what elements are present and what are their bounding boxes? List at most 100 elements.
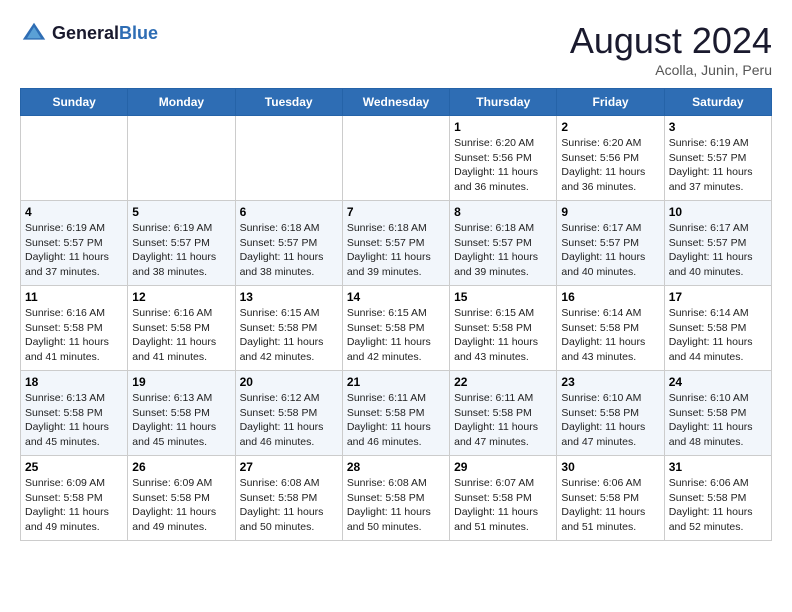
- day-number: 3: [669, 120, 767, 134]
- day-info: Sunrise: 6:09 AM Sunset: 5:58 PM Dayligh…: [132, 476, 230, 535]
- day-number: 5: [132, 205, 230, 219]
- day-number: 31: [669, 460, 767, 474]
- calendar-cell: 5 Sunrise: 6:19 AM Sunset: 5:57 PM Daylig…: [128, 201, 235, 286]
- calendar-cell: 27 Sunrise: 6:08 AM Sunset: 5:58 PM Dayli…: [235, 456, 342, 541]
- day-info: Sunrise: 6:18 AM Sunset: 5:57 PM Dayligh…: [240, 221, 338, 280]
- calendar-cell: 3 Sunrise: 6:19 AM Sunset: 5:57 PM Daylig…: [664, 116, 771, 201]
- logo-icon: [20, 20, 48, 48]
- calendar-cell: [342, 116, 449, 201]
- calendar-week-row: 1 Sunrise: 6:20 AM Sunset: 5:56 PM Daylig…: [21, 116, 772, 201]
- day-info: Sunrise: 6:08 AM Sunset: 5:58 PM Dayligh…: [240, 476, 338, 535]
- day-number: 27: [240, 460, 338, 474]
- calendar-cell: 20Sunrise: 6:12 AM Sunset: 5:58 PM Dayli…: [235, 371, 342, 456]
- calendar-cell: 8 Sunrise: 6:18 AM Sunset: 5:57 PM Daylig…: [450, 201, 557, 286]
- day-number: 23: [561, 375, 659, 389]
- calendar-cell: 26 Sunrise: 6:09 AM Sunset: 5:58 PM Dayli…: [128, 456, 235, 541]
- day-number: 26: [132, 460, 230, 474]
- logo: GeneralBlue: [20, 20, 158, 48]
- day-number: 2: [561, 120, 659, 134]
- day-number: 15: [454, 290, 552, 304]
- day-info: Sunrise: 6:08 AM Sunset: 5:58 PM Dayligh…: [347, 476, 445, 535]
- location-subtitle: Acolla, Junin, Peru: [570, 62, 772, 78]
- day-number: 1: [454, 120, 552, 134]
- day-number: 30: [561, 460, 659, 474]
- day-info: Sunrise: 6:19 AM Sunset: 5:57 PM Dayligh…: [25, 221, 123, 280]
- calendar-week-row: 4 Sunrise: 6:19 AM Sunset: 5:57 PM Daylig…: [21, 201, 772, 286]
- calendar-cell: 24 Sunrise: 6:10 AM Sunset: 5:58 PM Dayli…: [664, 371, 771, 456]
- calendar-cell: [21, 116, 128, 201]
- day-number: 11: [25, 290, 123, 304]
- day-info: Sunrise: 6:13 AM Sunset: 5:58 PM Dayligh…: [132, 391, 230, 450]
- day-info: Sunrise: 6:15 AM Sunset: 5:58 PM Dayligh…: [454, 306, 552, 365]
- weekday-header: Wednesday: [342, 89, 449, 116]
- calendar-cell: 15 Sunrise: 6:15 AM Sunset: 5:58 PM Dayli…: [450, 286, 557, 371]
- day-info: Sunrise: 6:16 AM Sunset: 5:58 PM Dayligh…: [132, 306, 230, 365]
- day-number: 16: [561, 290, 659, 304]
- title-block: August 2024 Acolla, Junin, Peru: [570, 20, 772, 78]
- calendar-cell: 11 Sunrise: 6:16 AM Sunset: 5:58 PM Dayli…: [21, 286, 128, 371]
- day-number: 4: [25, 205, 123, 219]
- weekday-header: Friday: [557, 89, 664, 116]
- day-info: Sunrise: 6:17 AM Sunset: 5:57 PM Dayligh…: [561, 221, 659, 280]
- day-number: 25: [25, 460, 123, 474]
- calendar-week-row: 11 Sunrise: 6:16 AM Sunset: 5:58 PM Dayli…: [21, 286, 772, 371]
- calendar-cell: 28 Sunrise: 6:08 AM Sunset: 5:58 PM Dayli…: [342, 456, 449, 541]
- calendar-cell: 19Sunrise: 6:13 AM Sunset: 5:58 PM Dayli…: [128, 371, 235, 456]
- day-info: Sunrise: 6:11 AM Sunset: 5:58 PM Dayligh…: [347, 391, 445, 450]
- day-info: Sunrise: 6:14 AM Sunset: 5:58 PM Dayligh…: [561, 306, 659, 365]
- calendar-cell: 16 Sunrise: 6:14 AM Sunset: 5:58 PM Dayli…: [557, 286, 664, 371]
- calendar-cell: 7 Sunrise: 6:18 AM Sunset: 5:57 PM Daylig…: [342, 201, 449, 286]
- calendar-cell: 22 Sunrise: 6:11 AM Sunset: 5:58 PM Dayli…: [450, 371, 557, 456]
- day-number: 21: [347, 375, 445, 389]
- calendar-cell: 2 Sunrise: 6:20 AM Sunset: 5:56 PM Daylig…: [557, 116, 664, 201]
- day-number: 29: [454, 460, 552, 474]
- day-info: Sunrise: 6:10 AM Sunset: 5:58 PM Dayligh…: [561, 391, 659, 450]
- day-info: Sunrise: 6:09 AM Sunset: 5:58 PM Dayligh…: [25, 476, 123, 535]
- calendar-cell: 4 Sunrise: 6:19 AM Sunset: 5:57 PM Daylig…: [21, 201, 128, 286]
- day-number: 18: [25, 375, 123, 389]
- weekday-header: Monday: [128, 89, 235, 116]
- calendar-cell: 12 Sunrise: 6:16 AM Sunset: 5:58 PM Dayli…: [128, 286, 235, 371]
- day-number: 24: [669, 375, 767, 389]
- day-number: 7: [347, 205, 445, 219]
- day-number: 17: [669, 290, 767, 304]
- day-number: 12: [132, 290, 230, 304]
- calendar-cell: 14Sunrise: 6:15 AM Sunset: 5:58 PM Dayli…: [342, 286, 449, 371]
- month-title: August 2024: [570, 20, 772, 62]
- calendar-cell: 18 Sunrise: 6:13 AM Sunset: 5:58 PM Dayli…: [21, 371, 128, 456]
- day-number: 22: [454, 375, 552, 389]
- day-info: Sunrise: 6:18 AM Sunset: 5:57 PM Dayligh…: [347, 221, 445, 280]
- calendar-table: SundayMondayTuesdayWednesdayThursdayFrid…: [20, 88, 772, 541]
- day-info: Sunrise: 6:06 AM Sunset: 5:58 PM Dayligh…: [669, 476, 767, 535]
- day-info: Sunrise: 6:20 AM Sunset: 5:56 PM Dayligh…: [561, 136, 659, 195]
- day-info: Sunrise: 6:10 AM Sunset: 5:58 PM Dayligh…: [669, 391, 767, 450]
- day-info: Sunrise: 6:15 AM Sunset: 5:58 PM Dayligh…: [240, 306, 338, 365]
- calendar-cell: 21 Sunrise: 6:11 AM Sunset: 5:58 PM Dayli…: [342, 371, 449, 456]
- day-info: Sunrise: 6:11 AM Sunset: 5:58 PM Dayligh…: [454, 391, 552, 450]
- day-info: Sunrise: 6:19 AM Sunset: 5:57 PM Dayligh…: [132, 221, 230, 280]
- day-number: 28: [347, 460, 445, 474]
- weekday-header: Saturday: [664, 89, 771, 116]
- day-info: Sunrise: 6:17 AM Sunset: 5:57 PM Dayligh…: [669, 221, 767, 280]
- calendar-cell: 17 Sunrise: 6:14 AM Sunset: 5:58 PM Dayli…: [664, 286, 771, 371]
- day-number: 14: [347, 290, 445, 304]
- calendar-cell: 1 Sunrise: 6:20 AM Sunset: 5:56 PM Daylig…: [450, 116, 557, 201]
- day-info: Sunrise: 6:07 AM Sunset: 5:58 PM Dayligh…: [454, 476, 552, 535]
- day-info: Sunrise: 6:13 AM Sunset: 5:58 PM Dayligh…: [25, 391, 123, 450]
- weekday-header-row: SundayMondayTuesdayWednesdayThursdayFrid…: [21, 89, 772, 116]
- day-info: Sunrise: 6:14 AM Sunset: 5:58 PM Dayligh…: [669, 306, 767, 365]
- calendar-week-row: 25 Sunrise: 6:09 AM Sunset: 5:58 PM Dayli…: [21, 456, 772, 541]
- calendar-cell: 23 Sunrise: 6:10 AM Sunset: 5:58 PM Dayli…: [557, 371, 664, 456]
- calendar-week-row: 18 Sunrise: 6:13 AM Sunset: 5:58 PM Dayli…: [21, 371, 772, 456]
- day-info: Sunrise: 6:19 AM Sunset: 5:57 PM Dayligh…: [669, 136, 767, 195]
- day-number: 8: [454, 205, 552, 219]
- calendar-cell: 10Sunrise: 6:17 AM Sunset: 5:57 PM Dayli…: [664, 201, 771, 286]
- calendar-cell: 30Sunrise: 6:06 AM Sunset: 5:58 PM Dayli…: [557, 456, 664, 541]
- calendar-cell: 31 Sunrise: 6:06 AM Sunset: 5:58 PM Dayli…: [664, 456, 771, 541]
- day-info: Sunrise: 6:18 AM Sunset: 5:57 PM Dayligh…: [454, 221, 552, 280]
- calendar-cell: [235, 116, 342, 201]
- day-info: Sunrise: 6:16 AM Sunset: 5:58 PM Dayligh…: [25, 306, 123, 365]
- day-info: Sunrise: 6:20 AM Sunset: 5:56 PM Dayligh…: [454, 136, 552, 195]
- calendar-cell: [128, 116, 235, 201]
- calendar-cell: 9Sunrise: 6:17 AM Sunset: 5:57 PM Daylig…: [557, 201, 664, 286]
